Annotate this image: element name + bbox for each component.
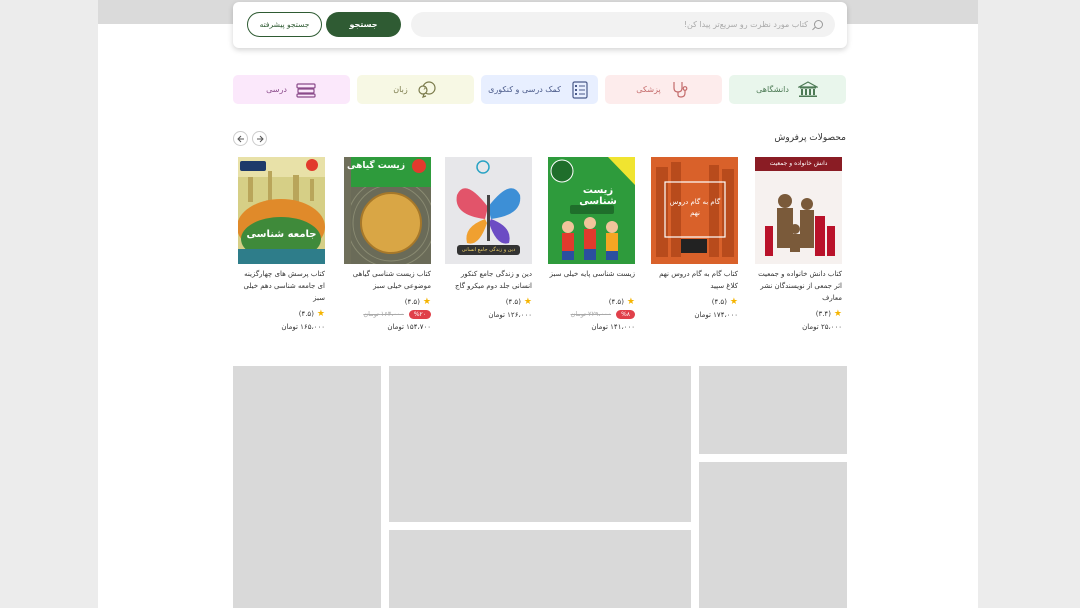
product-card[interactable]: زیست گیاهی کتاب زیست شناسی گیاهی موضوعی … — [344, 157, 431, 331]
category-label: پزشکی — [636, 85, 661, 94]
book-cover[interactable]: زیست شناسی — [548, 157, 635, 264]
cover-art — [238, 157, 325, 264]
cover-title: گام به گام دروس نهم — [669, 198, 721, 217]
discount-badge: %۸ — [616, 309, 635, 319]
old-price: ۱۶۳،۰۰۰ تومان — [363, 310, 404, 318]
product-name[interactable]: زیست شناسی پایه خیلی سبز — [548, 268, 635, 292]
book-cover[interactable]: دین و زندگی جامع انسانی — [445, 157, 532, 264]
rating-value: (۴.۵) — [298, 310, 314, 318]
book-cover[interactable]: زیست گیاهی — [344, 157, 431, 264]
star-icon: ★ — [833, 309, 842, 319]
product-card[interactable]: زیست شناسی زیست شناسی پایه خیلی سبز ★ (۴.… — [548, 157, 635, 331]
rating-value: (۳.۴) — [815, 310, 831, 318]
star-icon: ★ — [523, 297, 532, 307]
books-icon — [295, 81, 317, 99]
banner-placeholder[interactable] — [389, 366, 691, 522]
category-medical[interactable]: پزشکی — [605, 75, 722, 104]
banner-placeholder[interactable] — [699, 366, 847, 454]
product-price: ۲۵،۰۰۰ تومان — [802, 323, 842, 331]
product-rating: ★ (۴.۵) — [651, 296, 738, 308]
product-price: ۱۲۶،۰۰۰ تومان — [488, 311, 532, 319]
category-textbook[interactable]: درسی — [233, 75, 350, 104]
product-price: ۱۵۴،۷۰۰ تومان — [387, 323, 431, 331]
product-rating: ★ (۴.۵) — [238, 308, 325, 320]
next-arrow-button[interactable] — [252, 131, 267, 146]
book-cover[interactable]: دانش خانواده و جمعیت — [755, 157, 842, 264]
product-name[interactable]: کتاب دانش خانواده و جمعیت اثر جمعی از نو… — [755, 268, 842, 304]
star-icon: ★ — [316, 309, 325, 319]
arrow-right-icon — [256, 135, 264, 142]
cover-title: دین و زندگی جامع انسانی — [461, 247, 516, 253]
category-language[interactable]: A زبان — [357, 75, 474, 104]
category-university[interactable]: دانشگاهی — [729, 75, 846, 104]
banner-placeholder[interactable] — [389, 530, 691, 608]
language-icon: A — [416, 81, 438, 99]
search-card: جستجو جستجو پیشرفته — [233, 2, 847, 48]
cover-art — [755, 171, 842, 264]
banner-placeholder[interactable] — [233, 366, 381, 608]
search-input[interactable] — [448, 20, 808, 29]
banner-placeholder[interactable] — [699, 462, 847, 608]
cover-title: دانش خانواده و جمعیت — [755, 157, 842, 171]
section-title: محصولات پرفروش — [774, 133, 846, 143]
product-price: ۱۴۱،۰۰۰ تومان — [591, 323, 635, 331]
book-cover[interactable]: گام به گام دروس نهم — [651, 157, 738, 264]
cover-title: زیست شناسی — [579, 185, 617, 207]
product-rating: ★ (۴.۵) — [344, 296, 431, 308]
product-name[interactable]: کتاب زیست شناسی گیاهی موضوعی خیلی سبز — [344, 268, 431, 292]
product-name[interactable]: کتاب گام به گام دروس نهم کلاغ سپید — [651, 268, 738, 292]
discount-badge: %۲۰ — [408, 309, 431, 319]
rating-value: (۴.۵) — [404, 298, 420, 306]
product-card[interactable]: جامعه شناسی کتاب پرسش های چهارگزینه ای ج… — [238, 157, 325, 331]
star-icon: ★ — [626, 297, 635, 307]
category-exam-prep[interactable]: کمک درسی و کنکوری — [481, 75, 598, 104]
cover-art — [548, 157, 635, 264]
product-card[interactable]: دانش خانواده و جمعیت کتاب دانش خانواده و… — [755, 157, 842, 331]
product-rating: ★ (۴.۵) — [445, 296, 532, 308]
category-label: درسی — [266, 85, 287, 94]
rating-value: (۴.۵) — [608, 298, 624, 306]
discount-row: %۸ ۲۲۹،۰۰۰ تومان — [548, 308, 635, 320]
category-label: زبان — [393, 85, 408, 94]
category-label: کمک درسی و کنکوری — [488, 85, 561, 94]
stethoscope-icon — [669, 81, 691, 99]
cover-title: زیست گیاهی — [346, 161, 405, 171]
svg-text:A: A — [423, 86, 427, 92]
product-card[interactable]: دین و زندگی جامع انسانی دین و زندگی جامع… — [445, 157, 532, 319]
rating-value: (۴.۵) — [711, 298, 727, 306]
star-icon: ★ — [422, 297, 431, 307]
checklist-icon — [569, 80, 591, 99]
search-icon — [814, 20, 823, 29]
product-price: ۱۷۴،۰۰۰ تومان — [694, 311, 738, 319]
star-icon: ★ — [729, 297, 738, 307]
search-button[interactable]: جستجو — [326, 12, 401, 37]
discount-row: %۲۰ ۱۶۳،۰۰۰ تومان — [344, 308, 431, 320]
product-rating: ★ (۳.۴) — [755, 308, 842, 320]
prev-arrow-button[interactable] — [233, 131, 248, 146]
category-bar: دانشگاهی پزشکی کمک درسی و کنکوری A زبان … — [233, 75, 847, 104]
advanced-search-button[interactable]: جستجو پیشرفته — [247, 12, 322, 37]
product-card[interactable]: گام به گام دروس نهم کتاب گام به گام دروس… — [651, 157, 738, 319]
cover-title: جامعه شناسی — [246, 229, 317, 240]
search-box[interactable] — [411, 12, 835, 37]
page: جستجو جستجو پیشرفته دانشگاهی پزشکی کمک د… — [98, 0, 978, 608]
product-name[interactable]: کتاب پرسش های چهارگزینه ای جامعه شناسی د… — [238, 268, 325, 304]
product-name[interactable]: دین و زندگی جامع کنکور انسانی جلد دوم می… — [445, 268, 532, 292]
rating-value: (۴.۵) — [505, 298, 521, 306]
book-cover[interactable]: جامعه شناسی — [238, 157, 325, 264]
university-icon — [797, 81, 819, 99]
product-price: ۱۶۵،۰۰۰ تومان — [281, 323, 325, 331]
product-rating: ★ (۴.۵) — [548, 296, 635, 308]
old-price: ۲۲۹،۰۰۰ تومان — [570, 310, 612, 318]
arrow-left-icon — [236, 135, 244, 142]
cover-art — [346, 157, 431, 264]
category-label: دانشگاهی — [756, 85, 789, 94]
